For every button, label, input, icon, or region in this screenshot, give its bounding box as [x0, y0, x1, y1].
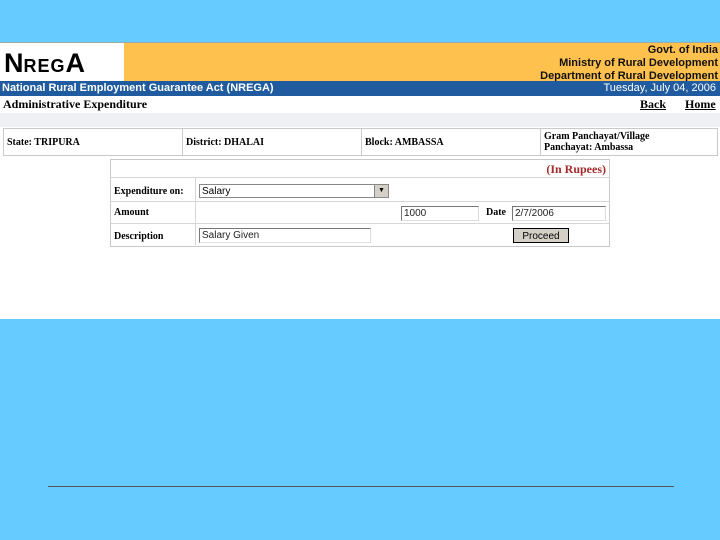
- page-subheader: Administrative Expenditure Back Home: [0, 96, 720, 112]
- form-row-divider: [111, 201, 609, 202]
- logo-letters-reg: REG: [23, 56, 66, 76]
- amount-input[interactable]: [401, 206, 479, 221]
- gram-panchayat-label: Gram Panchayat/Village: [544, 131, 650, 142]
- government-heading: Govt. of India Ministry of Rural Develop…: [540, 44, 718, 83]
- govt-line: Govt. of India: [647, 44, 718, 56]
- back-link[interactable]: Back: [640, 96, 666, 112]
- logo-letter-a: A: [65, 48, 86, 78]
- expenditure-select[interactable]: Salary ▼: [199, 184, 389, 198]
- expenditure-selected-value: Salary: [202, 186, 231, 197]
- header-banner: NREGA Govt. of India Ministry of Rural D…: [0, 43, 720, 83]
- date-label: Date: [486, 207, 506, 218]
- panchayat-value: Panchayat: Ambassa: [544, 142, 634, 153]
- separator-strip: [0, 113, 720, 127]
- description-label: Description: [114, 231, 164, 242]
- block-cell: Block: AMBASSA: [361, 128, 541, 156]
- district-cell: District: DHALAI: [182, 128, 362, 156]
- nrega-logo: NREGA: [0, 43, 124, 81]
- gram-panchayat-cell: Gram Panchayat/Village Panchayat: Ambass…: [540, 128, 718, 156]
- act-title: National Rural Employment Guarantee Act …: [2, 82, 274, 94]
- current-date: Tuesday, July 04, 2006: [603, 82, 716, 94]
- expenditure-label: Expenditure on:: [114, 186, 184, 197]
- page-title: Administrative Expenditure: [3, 97, 148, 111]
- footer-divider: [48, 486, 674, 487]
- amount-label: Amount: [114, 207, 150, 218]
- form-column-divider: [195, 177, 196, 245]
- date-input[interactable]: [512, 206, 606, 221]
- units-note: (In Rupees): [546, 162, 606, 176]
- description-input[interactable]: [199, 228, 371, 243]
- form-row-divider: [111, 177, 609, 178]
- ministry-line: Ministry of Rural Development: [559, 57, 718, 69]
- expenditure-form: (In Rupees) Expenditure on: Salary ▼ Amo…: [110, 159, 610, 247]
- location-table: State: TRIPURA District: DHALAI Block: A…: [3, 128, 718, 156]
- chevron-down-icon[interactable]: ▼: [374, 185, 388, 197]
- title-bar: National Rural Employment Guarantee Act …: [0, 81, 720, 96]
- nrega-app-window: NREGA Govt. of India Ministry of Rural D…: [0, 42, 720, 319]
- form-row-divider: [111, 223, 609, 224]
- state-cell: State: TRIPURA: [3, 128, 183, 156]
- proceed-button[interactable]: Proceed: [513, 228, 569, 243]
- home-link[interactable]: Home: [685, 96, 716, 112]
- logo-letter-n: N: [4, 48, 24, 78]
